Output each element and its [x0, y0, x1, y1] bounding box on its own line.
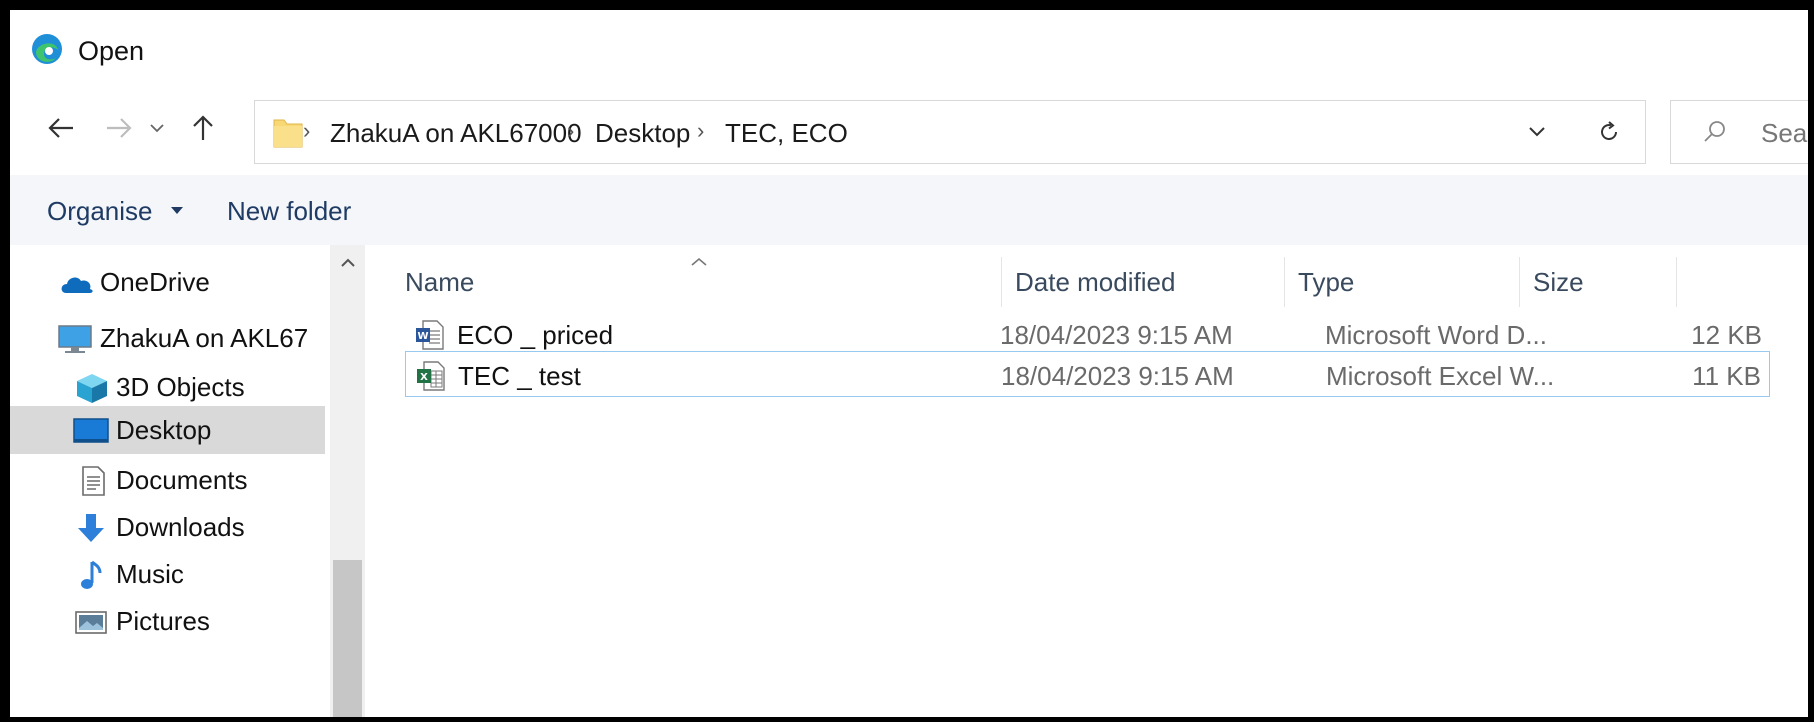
caret-down-icon	[171, 207, 183, 214]
back-button[interactable]	[40, 106, 82, 150]
nav-label: Documents	[116, 465, 248, 495]
forward-button[interactable]	[98, 106, 140, 150]
nav-item-music[interactable]: Music	[10, 547, 325, 601]
column-header-date[interactable]: Date modified	[1002, 257, 1285, 307]
svg-text:W: W	[417, 331, 428, 342]
chevron-down-icon	[1529, 127, 1545, 137]
nav-item-onedrive[interactable]: OneDrive	[10, 255, 325, 309]
breadcrumb-computer[interactable]: ZhakuA on AKL67000	[330, 118, 582, 149]
sort-ascending-icon	[691, 257, 707, 266]
nav-label: ZhakuA on AKL67	[100, 323, 309, 353]
new-folder-button[interactable]: New folder	[227, 196, 351, 227]
cube-icon	[77, 374, 107, 403]
refresh-icon	[1601, 121, 1617, 140]
navigation-pane: OneDrive ZhakuA on AKL67 3D Objects Desk…	[10, 245, 365, 717]
column-header-name[interactable]: Name	[365, 257, 1002, 307]
column-header-type[interactable]: Type	[1285, 257, 1520, 307]
nav-label: 3D Objects	[116, 372, 245, 402]
download-icon	[78, 514, 104, 542]
title-bar: Open	[10, 10, 1808, 85]
nav-label: Music	[116, 559, 184, 589]
chevron-up-icon	[340, 258, 355, 267]
computer-icon	[58, 325, 92, 353]
nav-item-pictures[interactable]: Pictures	[10, 594, 325, 648]
arrow-right-icon	[107, 118, 132, 138]
edge-app-icon	[32, 34, 62, 64]
breadcrumb-separator: ›	[697, 118, 705, 143]
file-date: 18/04/2023 9:15 AM	[1001, 361, 1234, 391]
file-name: ECO _ priced	[457, 320, 614, 350]
pictures-icon	[75, 611, 107, 634]
arrow-left-icon	[48, 118, 73, 138]
address-dropdown-button[interactable]	[1517, 115, 1557, 149]
nav-scrollbar[interactable]	[330, 245, 365, 717]
onedrive-icon	[61, 277, 93, 293]
arrow-up-icon	[193, 115, 213, 140]
nav-item-desktop[interactable]: Desktop	[10, 406, 325, 454]
up-button[interactable]	[182, 106, 224, 150]
address-bar[interactable]: › ZhakuA on AKL67000 › Desktop › TEC, EC…	[254, 100, 1574, 164]
command-bar: Organise New folder	[10, 175, 1808, 245]
nav-item-computer[interactable]: ZhakuA on AKL67	[10, 311, 325, 365]
file-row[interactable]: X TEC _ test 18/04/2023 9:15 AM Microsof…	[405, 351, 1770, 397]
breadcrumb-separator: ›	[303, 118, 311, 143]
nav-item-downloads[interactable]: Downloads	[10, 500, 325, 554]
window-title: Open	[78, 36, 145, 66]
scroll-thumb[interactable]	[333, 560, 362, 717]
refresh-button[interactable]	[1573, 100, 1646, 164]
nav-label: Downloads	[116, 512, 245, 542]
file-date: 18/04/2023 9:15 AM	[1000, 320, 1233, 350]
address-row: › ZhakuA on AKL67000 › Desktop › TEC, EC…	[10, 92, 1808, 167]
document-icon	[82, 466, 105, 496]
word-file-icon: W	[416, 320, 444, 350]
recent-locations-button[interactable]	[142, 106, 172, 150]
breadcrumb-desktop[interactable]: Desktop	[595, 118, 690, 149]
scroll-up-button[interactable]	[330, 245, 365, 281]
nav-label: Pictures	[116, 606, 210, 636]
file-type: Microsoft Word D...	[1325, 320, 1548, 350]
column-header-size[interactable]: Size	[1520, 257, 1677, 307]
nav-label: Desktop	[116, 415, 212, 445]
search-icon	[1704, 121, 1725, 142]
file-list: Name Date modified Type Size W ECO _ pri…	[365, 245, 1808, 717]
file-size: 11 KB	[1692, 361, 1761, 391]
nav-item-documents[interactable]: Documents	[10, 453, 325, 507]
organise-button[interactable]: Organise	[47, 196, 153, 227]
desktop-icon	[73, 418, 109, 443]
folder-icon	[273, 119, 303, 148]
file-type: Microsoft Excel W...	[1326, 361, 1555, 391]
breadcrumb-separator: ›	[567, 118, 575, 143]
chevron-down-icon	[150, 124, 164, 133]
open-dialog: Open › ZhakuA on AKL67000 › Desktop › TE…	[10, 10, 1808, 717]
file-name: TEC _ test	[458, 361, 581, 391]
svg-text:X: X	[420, 372, 428, 383]
search-box[interactable]: Sea	[1670, 100, 1808, 164]
excel-file-icon: X	[417, 361, 445, 391]
nav-label: OneDrive	[100, 267, 210, 297]
column-label: Name	[405, 267, 475, 297]
breadcrumb-current-folder[interactable]: TEC, ECO	[725, 118, 848, 149]
file-size: 12 KB	[1691, 320, 1762, 350]
music-icon	[81, 560, 102, 589]
search-placeholder: Sea	[1761, 118, 1808, 148]
